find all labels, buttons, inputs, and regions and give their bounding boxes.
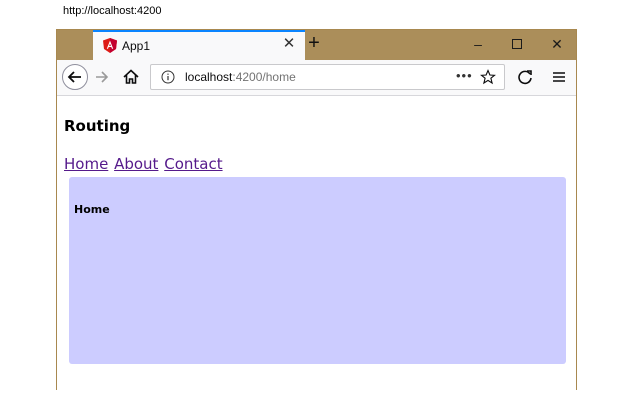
nav-toolbar: localhost:4200/home ••• (57, 60, 576, 96)
nav-link-home[interactable]: Home (64, 155, 108, 173)
nav-link-about[interactable]: About (114, 155, 158, 173)
page-content: Routing Home About Contact Home (57, 96, 576, 390)
minimize-icon[interactable]: – (465, 34, 491, 54)
angular-logo-icon (103, 38, 117, 53)
tab-app1[interactable]: App1 ✕ (93, 30, 305, 60)
back-arrow-icon[interactable] (62, 64, 88, 90)
title-bar: App1 ✕ + – ✕ (57, 30, 576, 60)
close-tab-icon[interactable]: ✕ (281, 36, 297, 52)
nav-link-contact[interactable]: Contact (164, 155, 222, 173)
bookmark-star-icon[interactable] (480, 69, 496, 85)
url-caption: http://localhost:4200 (63, 5, 162, 17)
url-host: localhost (185, 70, 233, 84)
tab-title: App1 (122, 39, 151, 53)
menu-icon[interactable] (548, 65, 570, 89)
info-icon[interactable] (161, 70, 175, 84)
nav-links: Home About Contact (64, 155, 224, 173)
panel-heading: Home (74, 203, 110, 216)
page-heading: Routing (64, 117, 131, 135)
new-tab-icon[interactable]: + (303, 32, 325, 56)
address-bar[interactable]: localhost:4200/home ••• (150, 64, 505, 90)
maximize-icon[interactable] (504, 34, 530, 54)
url-text: localhost:4200/home (185, 70, 296, 84)
browser-window: App1 ✕ + – ✕ localhost:4200/home ••• Rou… (56, 29, 577, 390)
close-window-icon[interactable]: ✕ (544, 34, 570, 54)
reload-icon[interactable] (514, 65, 536, 89)
forward-arrow-icon[interactable] (91, 65, 113, 89)
url-path: :4200/home (232, 70, 296, 84)
home-icon[interactable] (120, 65, 142, 89)
router-outlet-panel: Home (69, 177, 566, 364)
page-actions-icon[interactable]: ••• (456, 68, 473, 83)
